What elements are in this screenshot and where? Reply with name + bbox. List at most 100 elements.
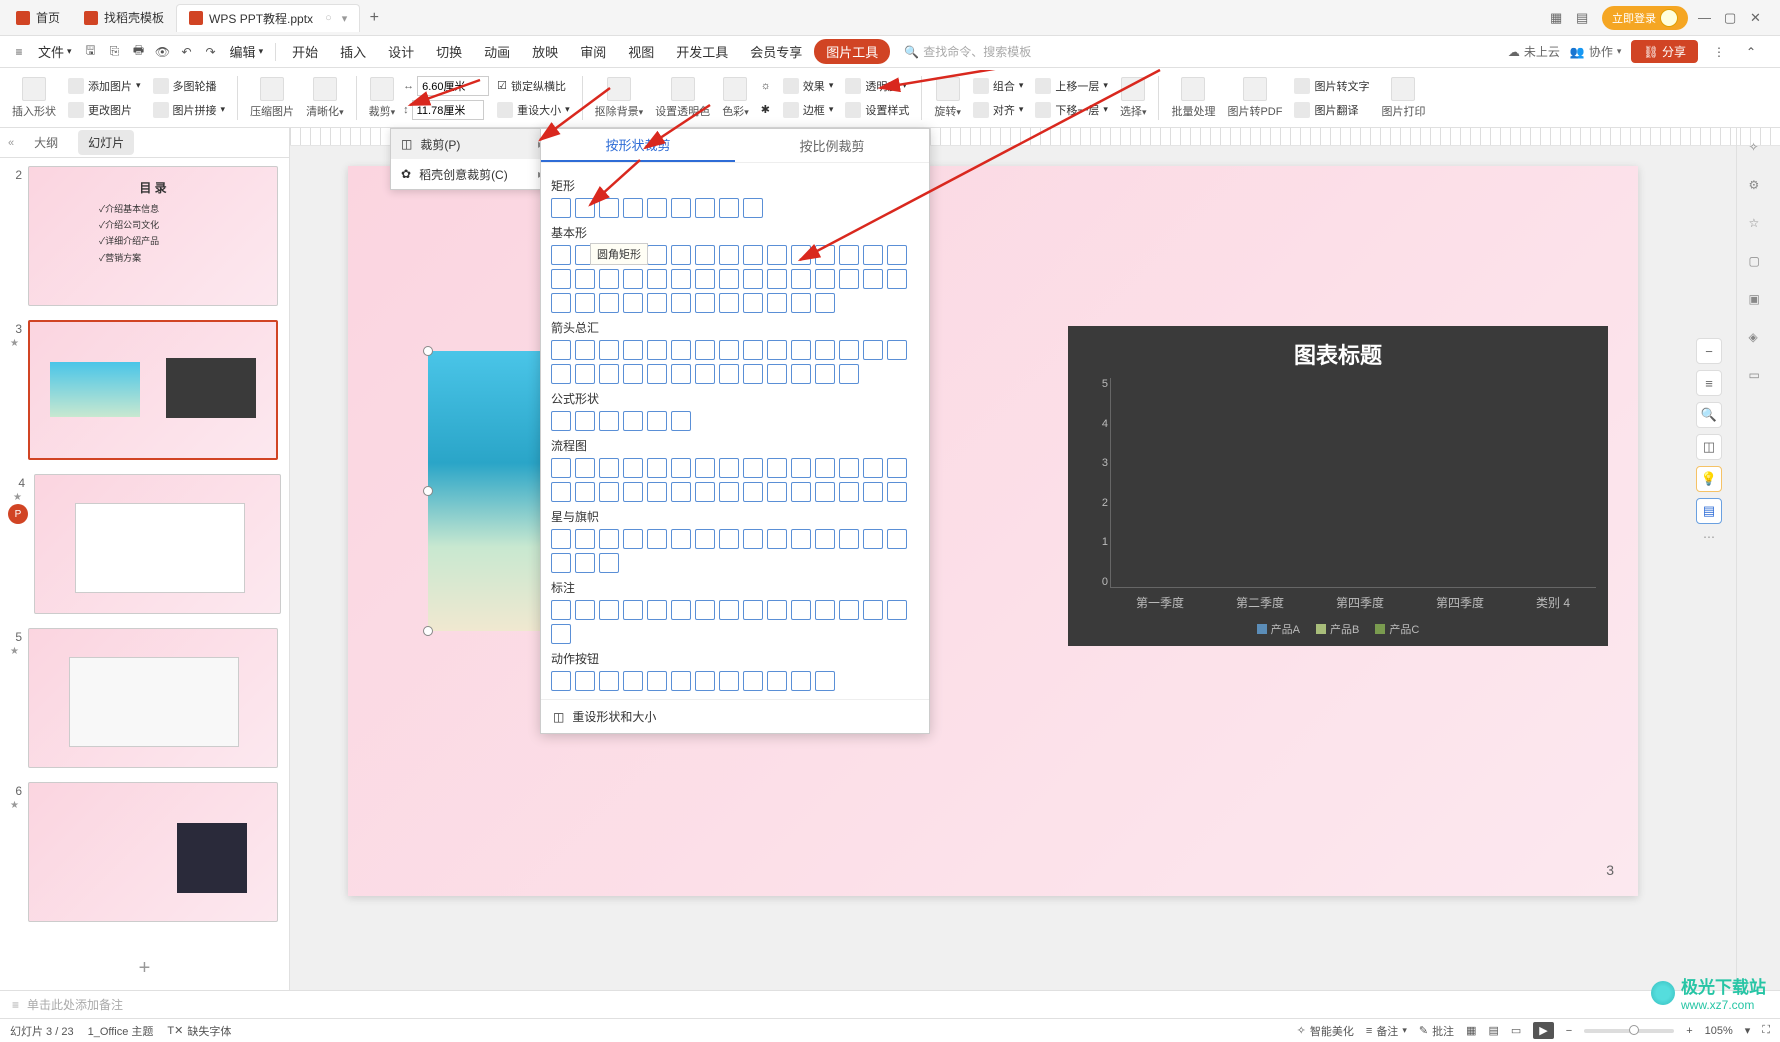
ribbon-gear[interactable]: ✱ — [757, 99, 775, 121]
shape-option[interactable] — [887, 482, 907, 502]
menu-devtools[interactable]: 开发工具 — [666, 38, 738, 65]
zoom-dropdown-icon[interactable]: ▾ — [1745, 1024, 1751, 1037]
shape-option[interactable] — [743, 269, 763, 289]
shape-option[interactable] — [695, 293, 715, 313]
play-button[interactable]: ▶ — [1533, 1022, 1553, 1039]
shape-option[interactable] — [575, 198, 595, 218]
zoom-out-button[interactable]: − — [1566, 1025, 1572, 1037]
shape-option[interactable] — [599, 458, 619, 478]
ribbon-border[interactable]: 边框▾ — [779, 99, 838, 121]
shape-option[interactable] — [647, 411, 667, 431]
shape-option[interactable] — [839, 600, 859, 620]
shape-option[interactable] — [767, 245, 787, 265]
shape-option[interactable] — [695, 364, 715, 384]
view-reading-icon[interactable]: ▭ — [1511, 1024, 1521, 1037]
shape-option[interactable] — [623, 458, 643, 478]
shape-option[interactable] — [575, 482, 595, 502]
resize-handle[interactable] — [423, 486, 433, 496]
shape-option[interactable] — [791, 458, 811, 478]
star-icon[interactable]: ☆ — [1749, 216, 1769, 236]
shape-option[interactable] — [791, 482, 811, 502]
shape-option[interactable] — [719, 269, 739, 289]
slide-thumb-6[interactable]: 6★ — [8, 782, 281, 922]
shape-option[interactable] — [719, 293, 739, 313]
shape-option[interactable] — [791, 269, 811, 289]
menu-picture-tools[interactable]: 图片工具 — [814, 39, 890, 64]
lightbulb-button[interactable]: 💡 — [1696, 466, 1722, 492]
shape-option[interactable] — [599, 529, 619, 549]
menu-start[interactable]: 开始 — [282, 38, 328, 65]
shape-option[interactable] — [551, 198, 571, 218]
shape-option[interactable] — [791, 293, 811, 313]
print-icon[interactable]: 🖶 — [128, 41, 150, 63]
shape-option[interactable] — [863, 245, 883, 265]
menu-design[interactable]: 设计 — [378, 38, 424, 65]
shape-option[interactable] — [887, 458, 907, 478]
shape-option[interactable] — [671, 198, 691, 218]
resize-handle[interactable] — [423, 346, 433, 356]
status-missing-font[interactable]: T✕缺失字体 — [167, 1023, 231, 1039]
shape-option[interactable] — [719, 245, 739, 265]
ribbon-compress[interactable]: 压缩图片 — [246, 77, 298, 119]
shape-option[interactable] — [551, 600, 571, 620]
save-icon[interactable]: 🖫 — [80, 41, 102, 63]
menu-insert[interactable]: 插入 — [330, 38, 376, 65]
shape-option[interactable] — [647, 340, 667, 360]
menu-member[interactable]: 会员专享 — [740, 38, 812, 65]
width-input[interactable] — [417, 76, 489, 96]
slide-chart[interactable]: 图表标题 543210 第一季度第二季度第四季度第四季度类别 4 产品A 产品B… — [1068, 326, 1608, 646]
wand-icon[interactable]: ✧ — [1749, 140, 1769, 160]
shape-option[interactable] — [719, 340, 739, 360]
shape-option[interactable] — [791, 529, 811, 549]
shape-option[interactable] — [863, 269, 883, 289]
shape-option[interactable] — [767, 458, 787, 478]
shape-option[interactable] — [647, 269, 667, 289]
gallery-icon[interactable]: ▣ — [1749, 292, 1769, 312]
shape-option[interactable] — [551, 458, 571, 478]
shape-option[interactable] — [599, 269, 619, 289]
shape-option[interactable] — [767, 364, 787, 384]
shape-option[interactable] — [767, 529, 787, 549]
window-close[interactable]: ✕ — [1750, 10, 1766, 26]
ribbon-batch[interactable]: 批量处理 — [1167, 77, 1219, 119]
shape-option[interactable] — [575, 293, 595, 313]
shape-option[interactable] — [767, 269, 787, 289]
tab-templates[interactable]: 找稻壳模板 — [72, 4, 176, 32]
shape-option[interactable] — [551, 624, 571, 644]
settings-icon[interactable]: ⚙ — [1749, 178, 1769, 198]
shape-option[interactable] — [767, 340, 787, 360]
command-search[interactable]: 🔍 查找命令、搜索模板 — [904, 43, 1506, 60]
shape-option[interactable] — [623, 340, 643, 360]
shape-option[interactable] — [551, 482, 571, 502]
shape-option[interactable] — [815, 340, 835, 360]
shape-option[interactable] — [791, 364, 811, 384]
shape-option[interactable] — [671, 529, 691, 549]
window-minimize[interactable]: — — [1698, 10, 1714, 26]
shape-option[interactable] — [695, 269, 715, 289]
ribbon-print-image[interactable]: 图片打印 — [1377, 77, 1429, 119]
shape-option[interactable] — [839, 269, 859, 289]
slide-thumb-4[interactable]: 4★P — [8, 474, 281, 614]
preview-icon[interactable]: 👁 — [152, 41, 174, 63]
shape-option[interactable] — [887, 245, 907, 265]
shape-option[interactable] — [719, 458, 739, 478]
slides-icon[interactable]: ▢ — [1749, 254, 1769, 274]
shape-option[interactable] — [551, 245, 571, 265]
gallery-tab-ratio[interactable]: 按比例裁剪 — [735, 129, 929, 162]
slide-thumb-3[interactable]: 3★ — [8, 320, 281, 460]
apps-icon[interactable]: ▤ — [1576, 10, 1592, 26]
shape-option[interactable] — [695, 340, 715, 360]
shape-option[interactable] — [599, 482, 619, 502]
shape-option[interactable] — [719, 671, 739, 691]
shape-option[interactable] — [647, 482, 667, 502]
ai-button[interactable]: ▤ — [1696, 498, 1722, 524]
redo-icon[interactable]: ↷ — [200, 41, 222, 63]
window-maximize[interactable]: ▢ — [1724, 10, 1740, 26]
shape-option[interactable] — [599, 671, 619, 691]
shape-option[interactable] — [575, 529, 595, 549]
shape-option[interactable] — [671, 411, 691, 431]
shape-option[interactable] — [743, 600, 763, 620]
shape-option[interactable] — [791, 245, 811, 265]
canvas-viewport[interactable]: 图表标题 543210 第一季度第二季度第四季度第四季度类别 4 产品A 产品B… — [308, 146, 1720, 990]
shape-option[interactable] — [551, 411, 571, 431]
